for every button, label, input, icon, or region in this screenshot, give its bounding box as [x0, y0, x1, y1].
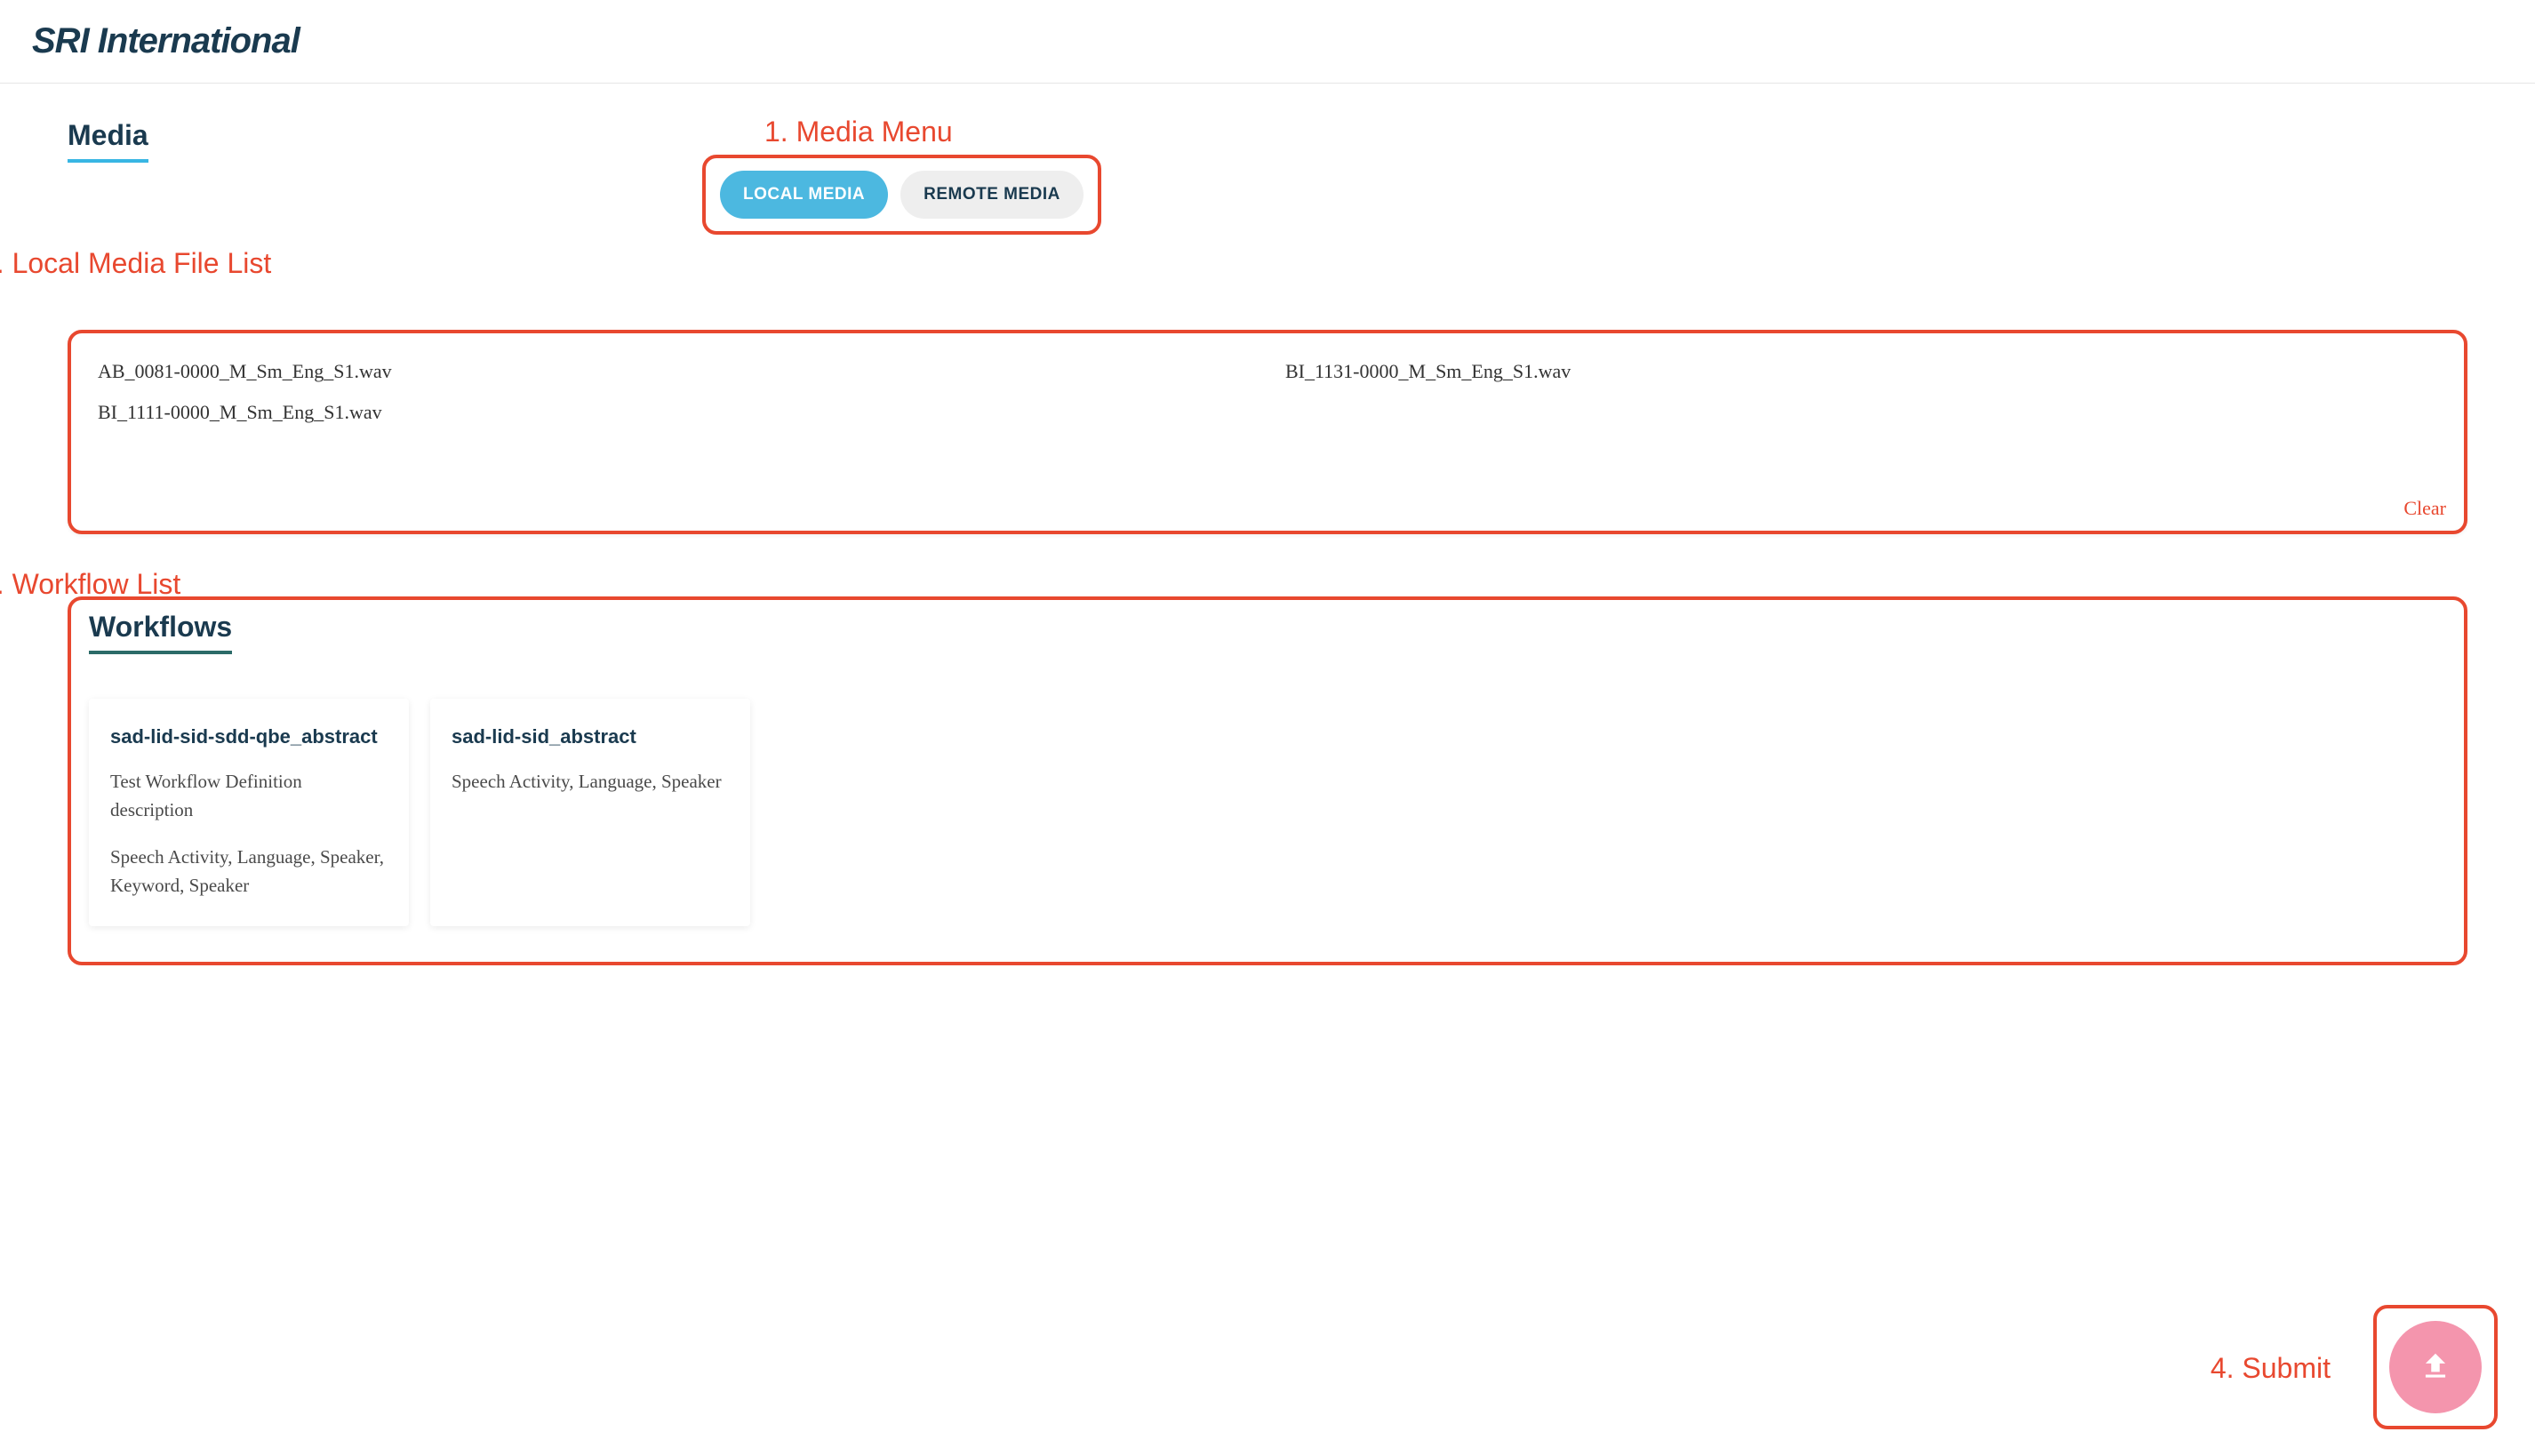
- workflow-card-title: sad-lid-sid-sdd-qbe_abstract: [110, 725, 388, 748]
- annotation-media-menu: 1. Media Menu: [764, 116, 953, 148]
- file-item[interactable]: BI_1131-0000_M_Sm_Eng_S1.wav: [1285, 360, 2437, 383]
- workflows-title: Workflows: [89, 611, 232, 654]
- workflow-card[interactable]: sad-lid-sid_abstract Speech Activity, La…: [430, 699, 750, 926]
- clear-link[interactable]: Clear: [2403, 497, 2446, 520]
- workflow-card-title: sad-lid-sid_abstract: [452, 725, 729, 748]
- workflow-cards: sad-lid-sid-sdd-qbe_abstract Test Workfl…: [89, 699, 2446, 926]
- file-list: AB_0081-0000_M_Sm_Eng_S1.wav BI_1131-000…: [98, 360, 2437, 424]
- file-item[interactable]: BI_1111-0000_M_Sm_Eng_S1.wav: [98, 401, 1250, 424]
- workflow-card[interactable]: sad-lid-sid-sdd-qbe_abstract Test Workfl…: [89, 699, 409, 926]
- annotation-workflow-list: 3. Workflow List: [0, 568, 180, 601]
- file-item[interactable]: AB_0081-0000_M_Sm_Eng_S1.wav: [98, 360, 1250, 383]
- file-list-box: AB_0081-0000_M_Sm_Eng_S1.wav BI_1131-000…: [68, 330, 2467, 534]
- annotation-file-list: 2. Local Media File List: [0, 247, 271, 280]
- workflow-card-desc: Speech Activity, Language, Speaker, Keyw…: [110, 844, 388, 900]
- workflow-card-desc: Test Workflow Definition description: [110, 768, 388, 824]
- upload-icon: [2419, 1349, 2452, 1386]
- workflow-card-desc: Speech Activity, Language, Speaker: [452, 768, 729, 796]
- app-header: SRI International: [0, 0, 2535, 84]
- submit-fab-wrapper: [2373, 1305, 2498, 1429]
- main-content: 1. Media Menu 2. Local Media File List 3…: [0, 84, 2535, 965]
- media-section-header: Media: [68, 84, 2467, 170]
- submit-button[interactable]: [2389, 1321, 2482, 1413]
- workflows-section-header: Workflows: [89, 611, 2446, 654]
- remote-media-button[interactable]: REMOTE MEDIA: [900, 171, 1084, 219]
- media-title: Media: [68, 119, 148, 163]
- local-media-button[interactable]: LOCAL MEDIA: [720, 171, 888, 219]
- workflow-box: Workflows sad-lid-sid-sdd-qbe_abstract T…: [68, 596, 2467, 965]
- annotation-submit: 4. Submit: [2211, 1352, 2331, 1385]
- media-menu: LOCAL MEDIA REMOTE MEDIA: [702, 155, 1101, 235]
- logo: SRI International: [32, 21, 2503, 61]
